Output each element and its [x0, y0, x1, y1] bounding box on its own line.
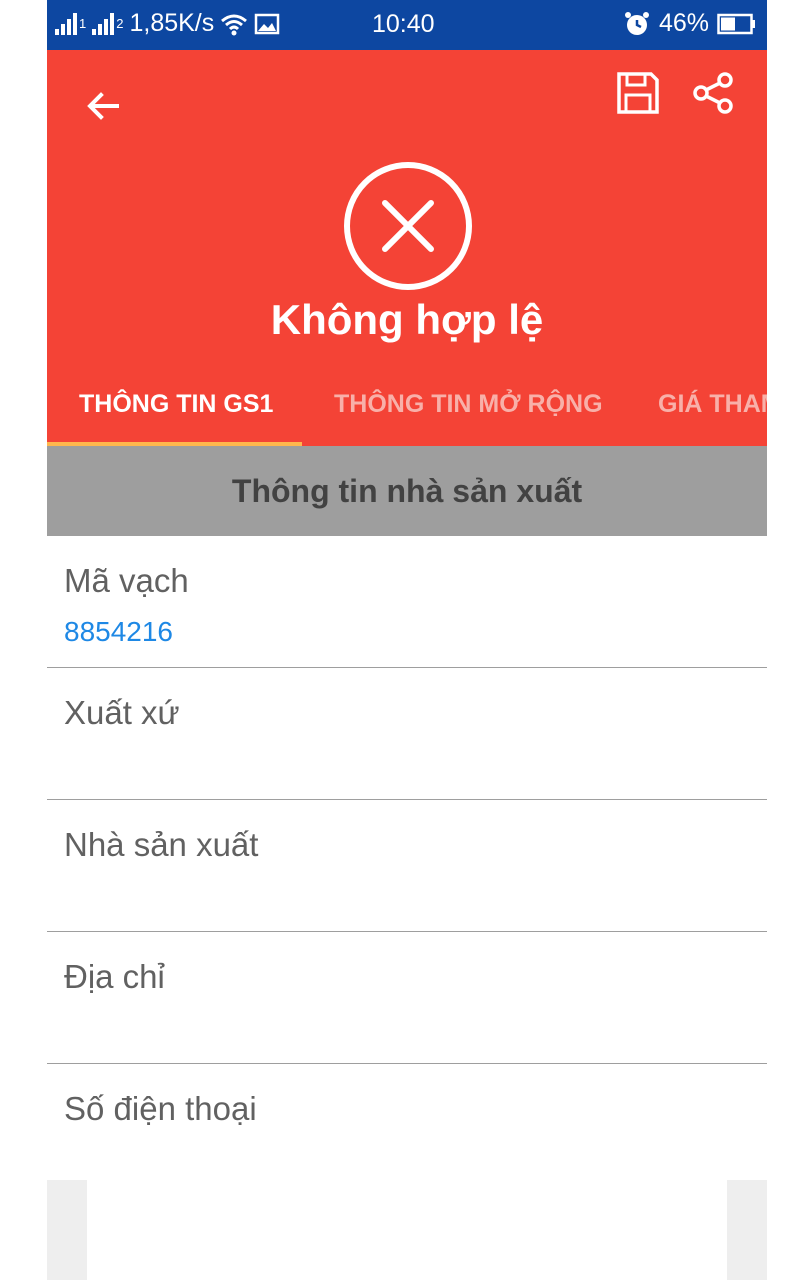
signal-icon: [92, 12, 115, 35]
field-label: Xuất xứ: [64, 694, 180, 731]
field-manufacturer: Nhà sản xuất: [47, 800, 767, 932]
field-label: Địa chỉ: [64, 958, 165, 995]
tab-extended-info[interactable]: THÔNG TIN MỞ RỘNG: [334, 390, 603, 419]
status-left: 1 2 1,85K/s: [55, 9, 280, 38]
tab-gs1-info[interactable]: THÔNG TIN GS1: [79, 390, 273, 419]
status-bar: 1 2 1,85K/s 10:40 46%: [47, 0, 767, 50]
battery-percent: 46%: [658, 9, 709, 37]
field-barcode: Mã vạch 8854216: [47, 536, 767, 668]
barcode-value[interactable]: 8854216: [64, 616, 173, 648]
image-icon: [255, 13, 280, 34]
network-speed: 1,85K/s: [129, 9, 215, 37]
field-label: Mã vạch: [64, 562, 189, 599]
share-icon[interactable]: [691, 70, 737, 116]
tab-bar: THÔNG TIN GS1 THÔNG TIN MỞ RỘNG GIÁ THAM: [47, 380, 767, 446]
sim1-label: 1: [79, 16, 87, 31]
field-label: Số điện thoại: [64, 1090, 257, 1127]
field-label: Nhà sản xuất: [64, 826, 259, 863]
tab-reference-price[interactable]: GIÁ THAM: [658, 390, 767, 419]
bottom-card: [87, 1180, 727, 1280]
wifi-icon: [221, 14, 248, 35]
result-title: Không hợp lệ: [270, 296, 544, 343]
app-screen: 1 2 1,85K/s 10:40 46% Không hợp lệ THÔNG…: [47, 0, 767, 1280]
field-address: Địa chỉ: [47, 932, 767, 1064]
back-arrow-icon[interactable]: [83, 86, 123, 126]
result-header: Không hợp lệ THÔNG TIN GS1 THÔNG TIN MỞ …: [47, 50, 767, 447]
field-origin: Xuất xứ: [47, 668, 767, 800]
signal-icon: [55, 12, 77, 35]
sim2-label: 2: [116, 16, 124, 31]
section-header: Thông tin nhà sản xuất: [47, 446, 767, 536]
status-right: 46%: [623, 9, 757, 38]
bottom-container: [47, 1180, 767, 1280]
clock: 10:40: [372, 10, 435, 38]
alarm-icon: [624, 11, 649, 35]
field-phone: Số điện thoại: [47, 1064, 767, 1180]
battery-icon: [717, 13, 755, 34]
x-circle-icon: [344, 162, 472, 290]
save-icon[interactable]: [615, 70, 661, 116]
